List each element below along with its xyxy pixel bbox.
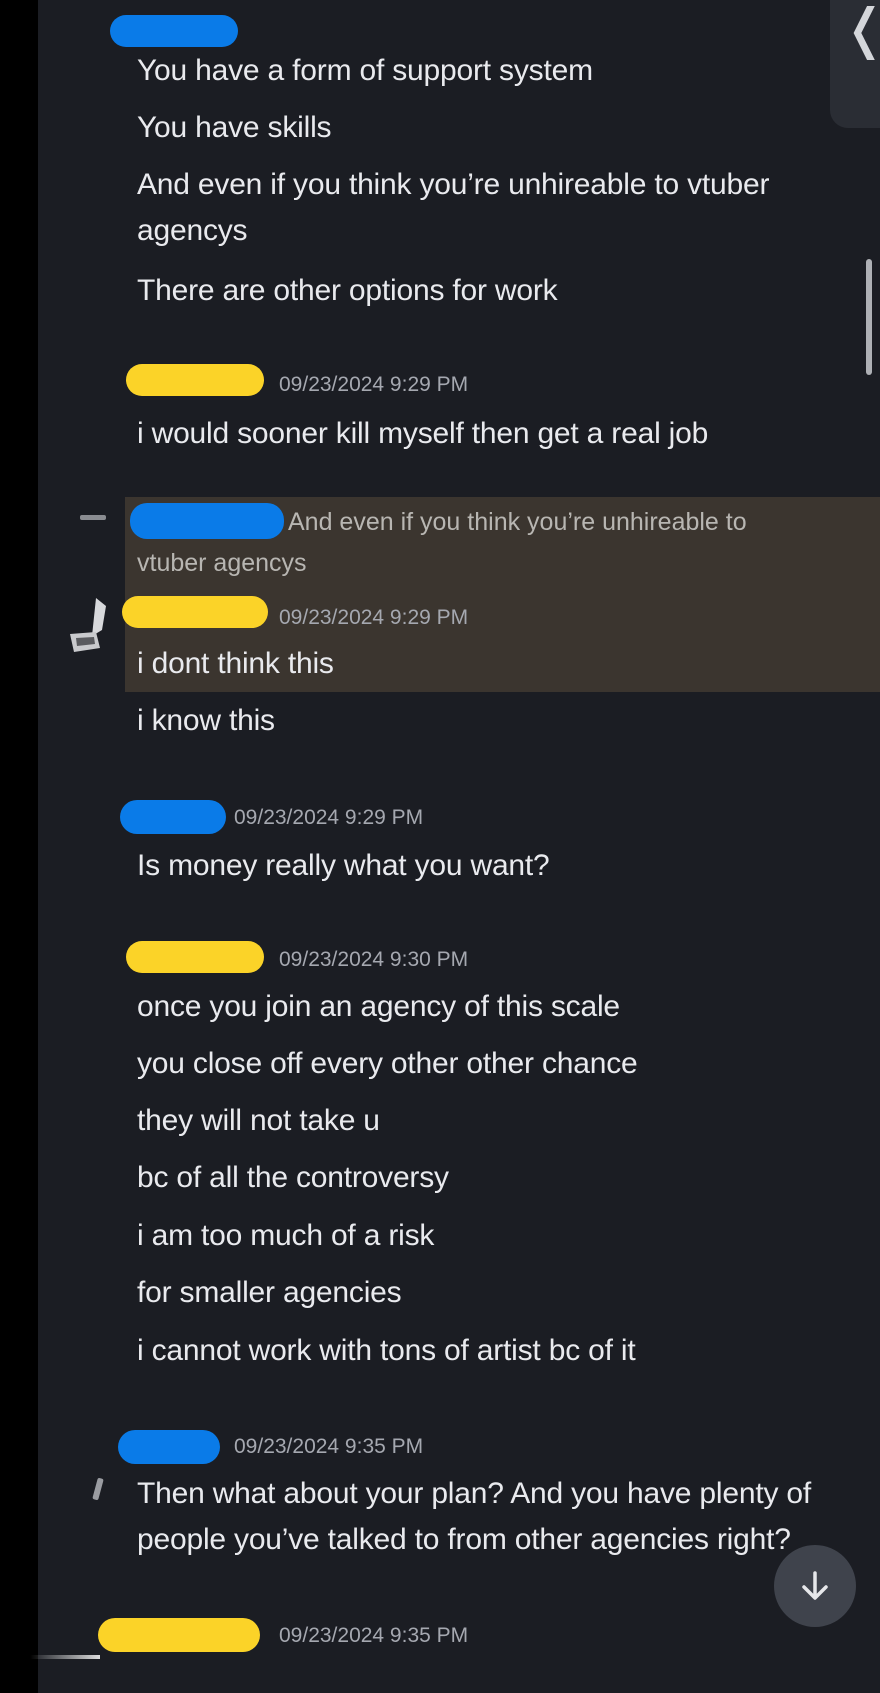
- message-line: Then what about your plan? And you have …: [137, 1477, 812, 1556]
- message-timestamp: 09/23/2024 9:29 PM: [279, 606, 469, 629]
- hand-icon: [70, 598, 106, 652]
- message-line: you close off every other other chance: [137, 1047, 638, 1080]
- message-timestamp: 09/23/2024 9:30 PM: [279, 948, 469, 971]
- reply-line-icon: [80, 515, 106, 520]
- reply-preview-line[interactable]: vtuber agencys: [137, 547, 307, 579]
- message-line: for smaller agencies: [137, 1276, 402, 1309]
- message-line: i know this: [137, 704, 275, 737]
- edge-artifact: [30, 1655, 100, 1659]
- message-line: And even if you think you’re unhireable …: [137, 168, 770, 247]
- arrow-down-icon: [802, 1571, 828, 1600]
- redacted-username: [126, 941, 264, 973]
- message-line: bc of all the controversy: [137, 1161, 449, 1194]
- message-line: i cannot work with tons of artist bc of …: [137, 1334, 636, 1367]
- redacted-username: [120, 800, 226, 834]
- jump-to-bottom-button[interactable]: [774, 1545, 856, 1627]
- scrollbar-thumb[interactable]: [866, 259, 872, 375]
- redacted-username: [122, 596, 268, 628]
- message-line: You have skills: [137, 111, 332, 144]
- redacted-username: [118, 1430, 220, 1464]
- redacted-username: [126, 364, 264, 396]
- message-timestamp: 09/23/2024 9:29 PM: [234, 806, 424, 829]
- message-line: they will not take u: [137, 1104, 380, 1137]
- message-line: Is money really what you want?: [137, 849, 550, 882]
- message-timestamp: 09/23/2024 9:35 PM: [279, 1624, 469, 1647]
- message-line: i am too much of a risk: [137, 1219, 435, 1252]
- message-timestamp: 09/23/2024 9:35 PM: [234, 1435, 424, 1458]
- reply-preview-line[interactable]: And even if you think you’re unhireable …: [288, 506, 747, 538]
- redacted-username: [130, 503, 284, 539]
- chevron-left-icon[interactable]: ❬: [842, 2, 880, 56]
- message-line: There are other options for work: [137, 274, 558, 307]
- message-line: once you join an agency of this scale: [137, 990, 620, 1023]
- message-line: i dont think this: [137, 647, 334, 680]
- redacted-username: [98, 1618, 260, 1652]
- message-line: i would sooner kill myself then get a re…: [137, 417, 709, 450]
- message-line: You have a form of support system: [137, 54, 593, 87]
- message-timestamp: 09/23/2024 9:29 PM: [279, 373, 469, 396]
- redacted-username: [110, 15, 238, 47]
